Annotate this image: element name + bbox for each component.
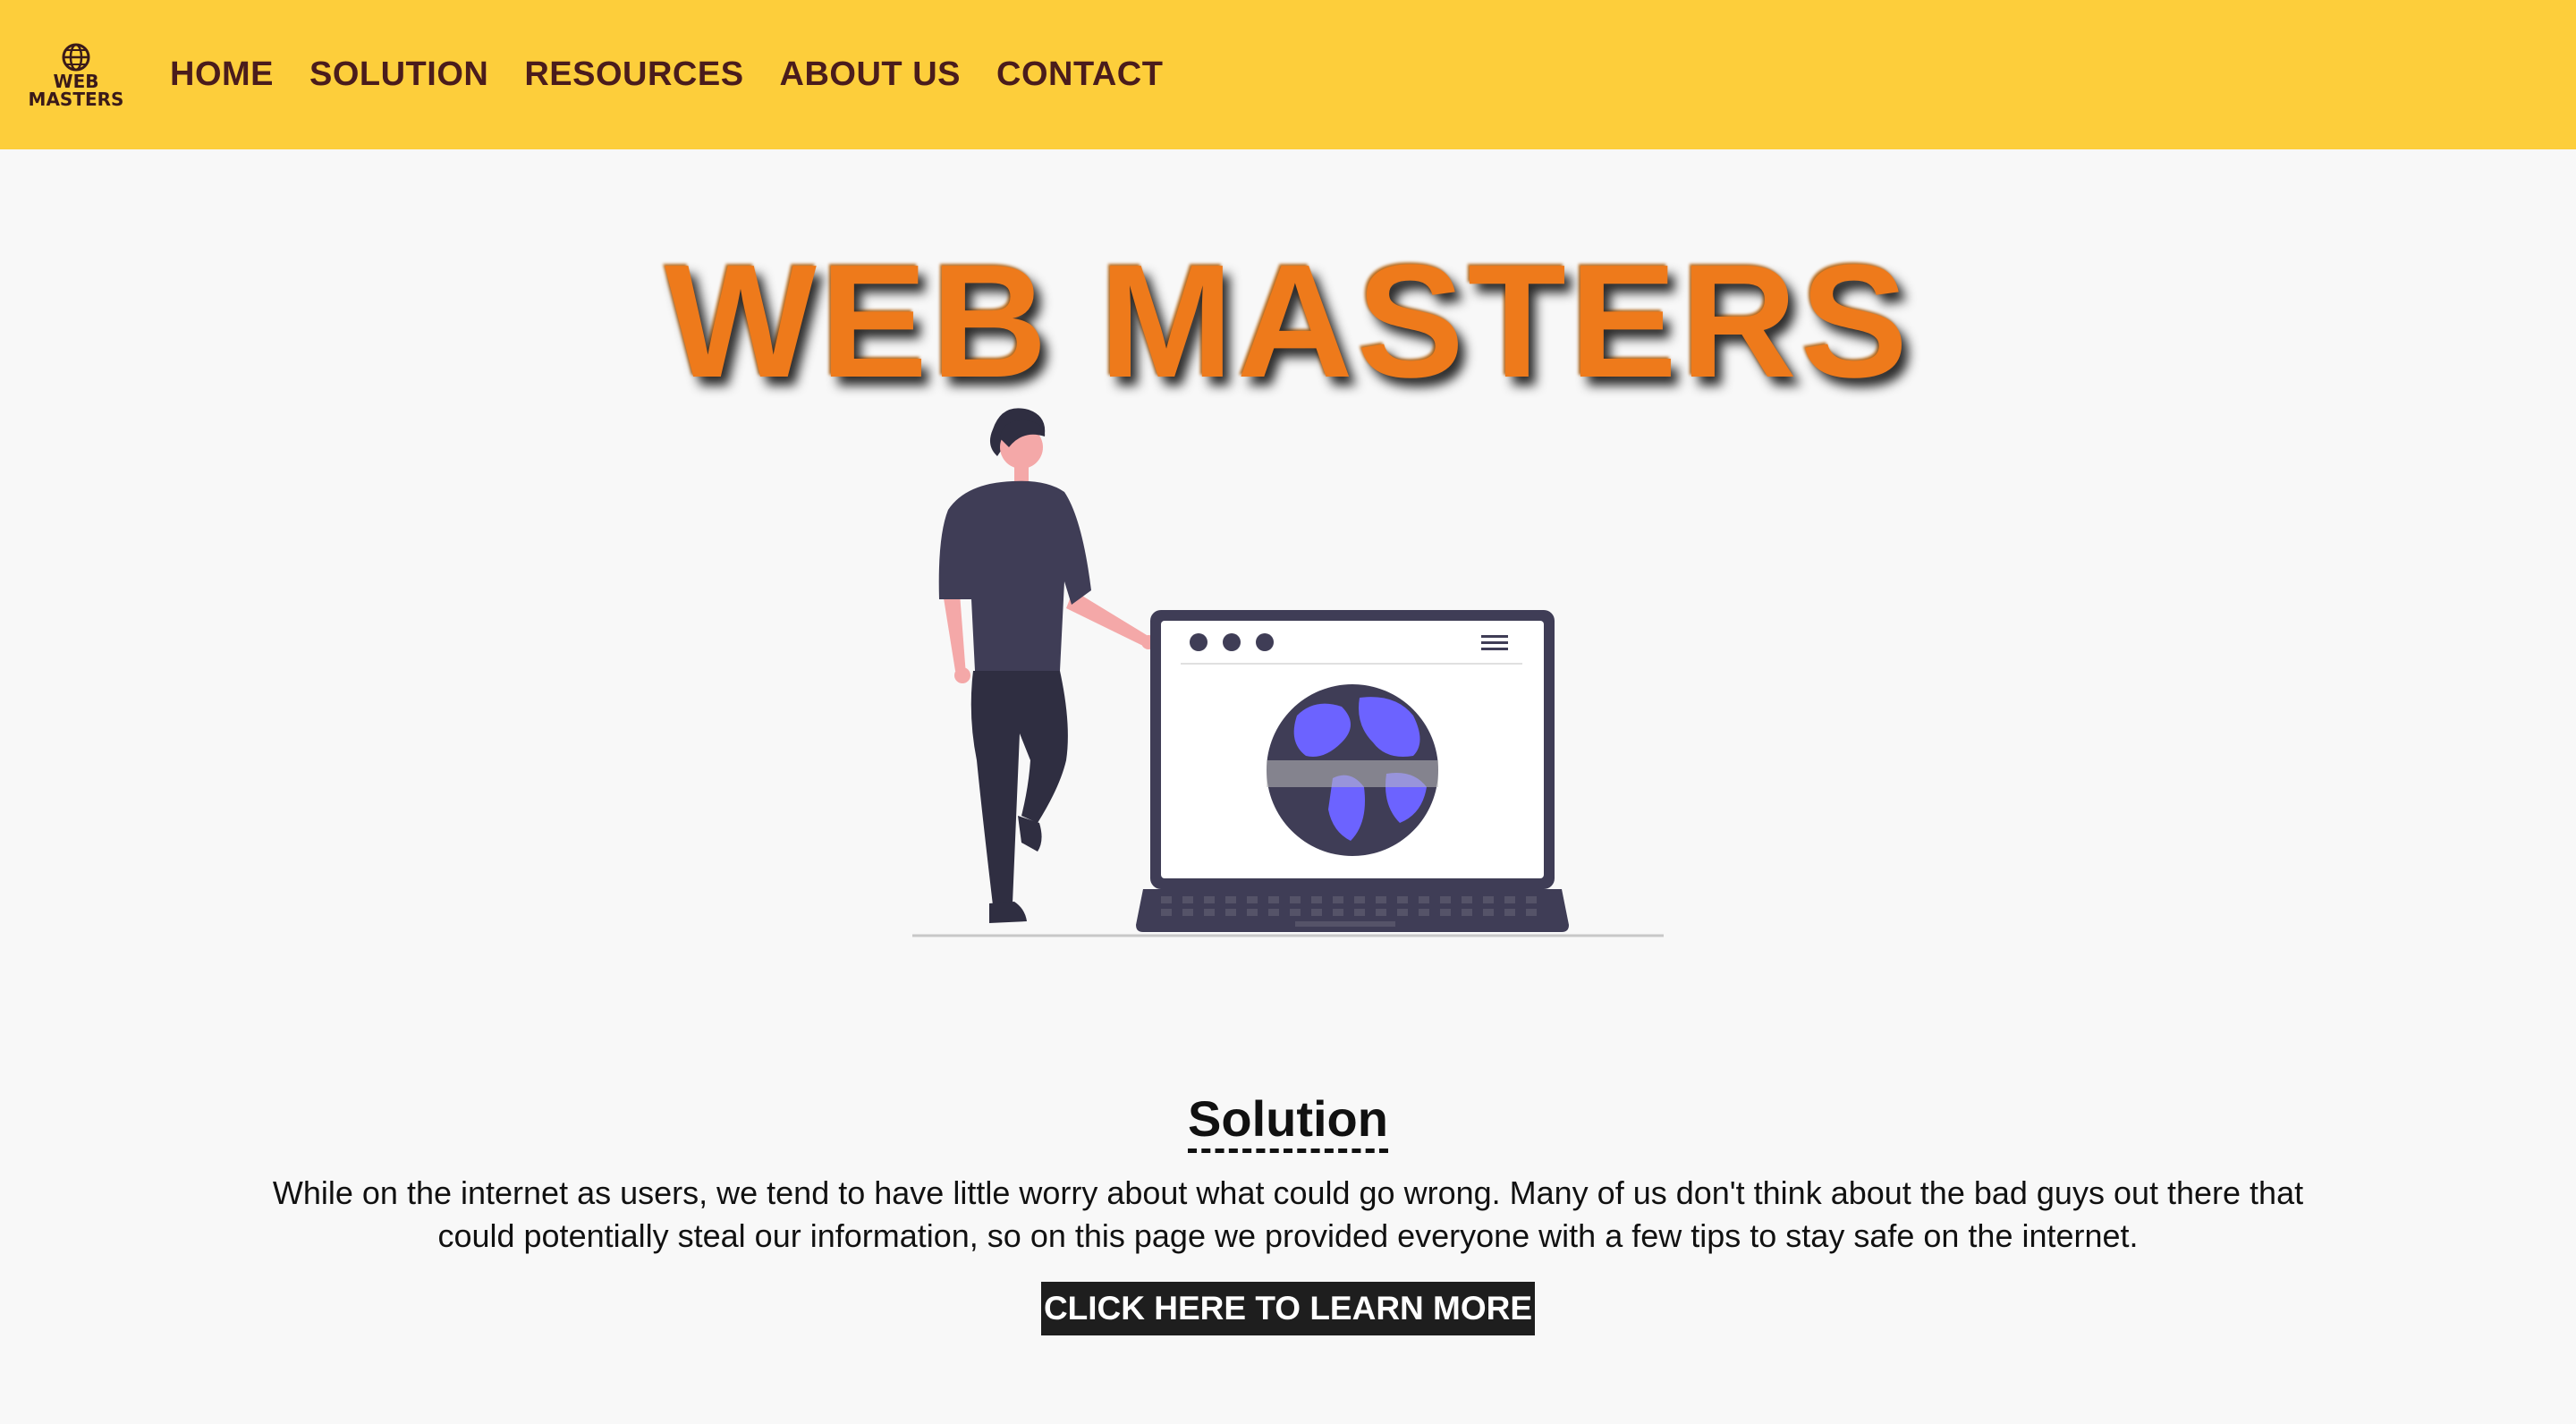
solution-heading-text: Solution bbox=[1188, 1090, 1388, 1153]
nav-link-contact[interactable]: CONTACT bbox=[996, 55, 1163, 94]
solution-heading: Solution bbox=[0, 1089, 2576, 1153]
hero-title: WEB MASTERS bbox=[665, 232, 1911, 411]
logo-text-line2: MASTERS bbox=[28, 88, 124, 110]
nav-link-resources[interactable]: RESOURCES bbox=[524, 55, 743, 94]
solution-description: While on the internet as users, we tend … bbox=[272, 1174, 2304, 1254]
navbar: WEB MASTERS HOME SOLUTION RESOURCES ABOU… bbox=[0, 0, 2576, 149]
nav-link-solution[interactable]: SOLUTION bbox=[309, 55, 488, 94]
globe-icon bbox=[62, 43, 90, 71]
person-figure bbox=[938, 408, 1156, 923]
hero-illustration bbox=[912, 408, 1664, 937]
learn-more-button[interactable]: CLICK HERE TO LEARN MORE bbox=[1041, 1282, 1535, 1335]
site-logo[interactable]: WEB MASTERS bbox=[27, 26, 125, 124]
nav-link-about-us[interactable]: ABOUT US bbox=[780, 55, 961, 94]
laptop bbox=[1136, 610, 1569, 932]
logo-text-line1: WEB bbox=[53, 70, 99, 92]
nav-link-home[interactable]: HOME bbox=[170, 55, 274, 94]
nav-menu: HOME SOLUTION RESOURCES ABOUT US CONTACT bbox=[170, 55, 1199, 94]
